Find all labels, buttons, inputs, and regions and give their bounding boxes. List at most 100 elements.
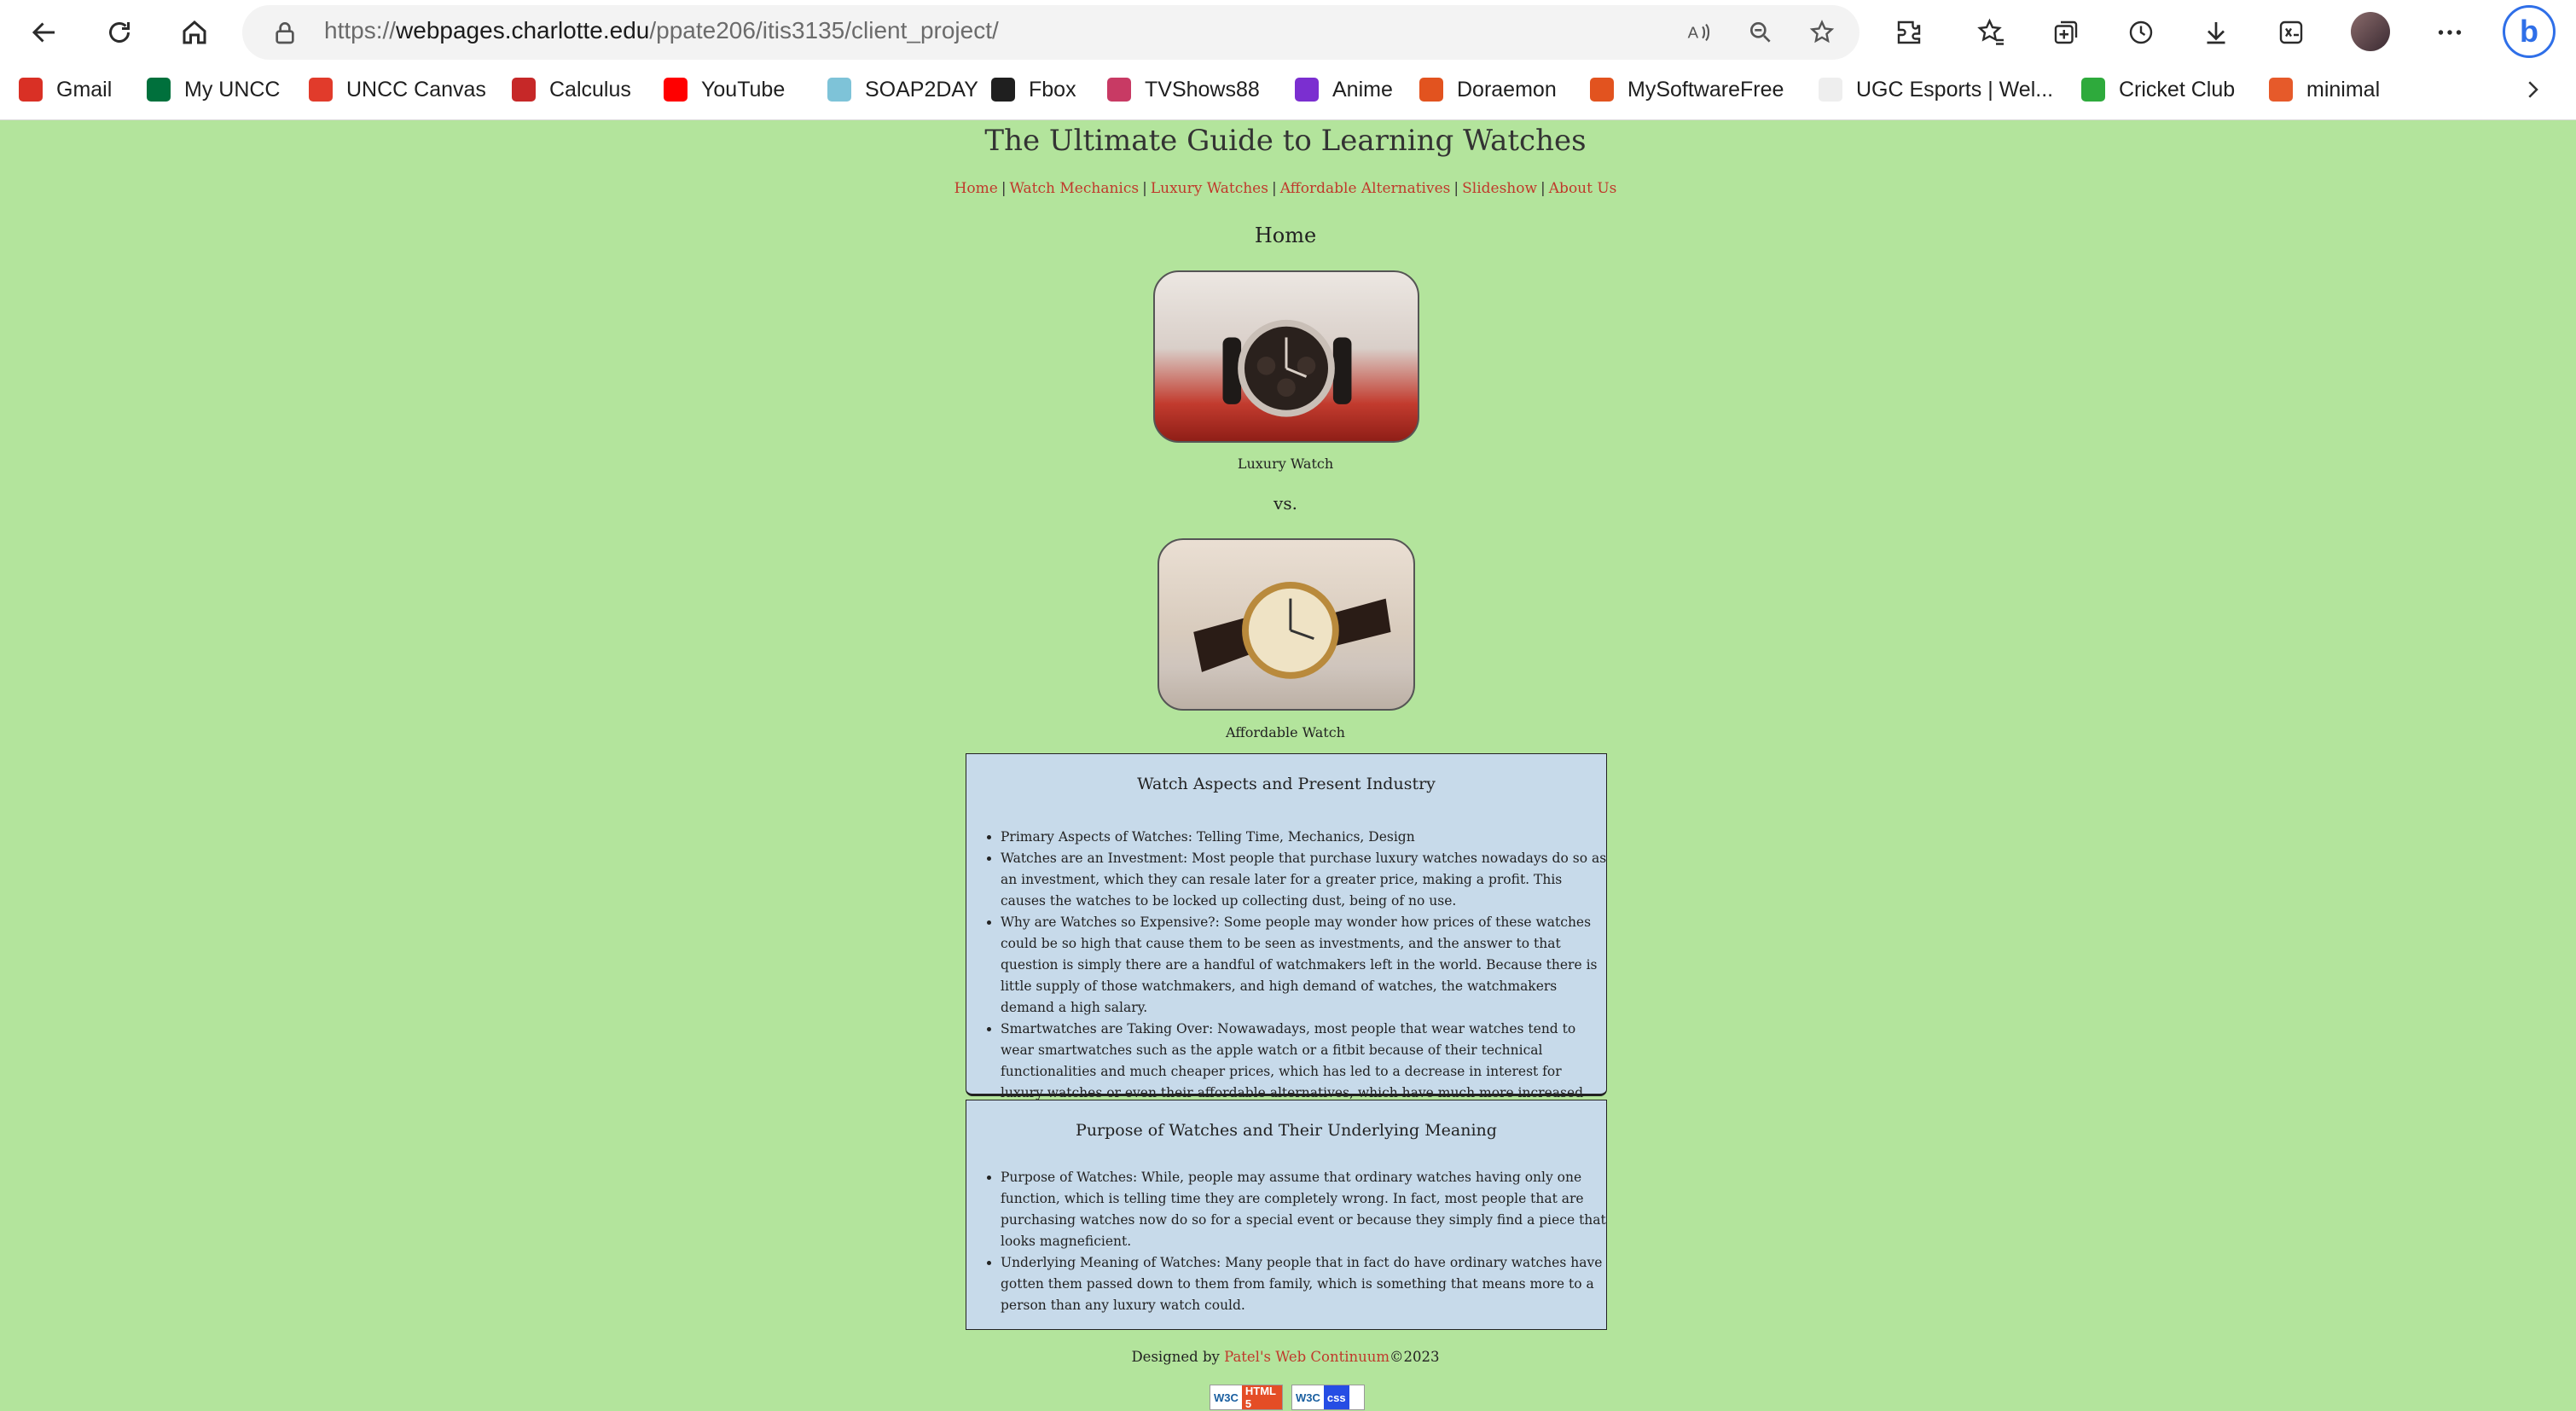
bookmark-item[interactable]: YouTube: [664, 75, 785, 104]
nav-link-home[interactable]: Home: [954, 180, 998, 197]
purpose-list: Purpose of Watches: While, people may as…: [966, 1167, 1608, 1316]
canvas-icon: [309, 78, 333, 102]
bing-icon: b: [2520, 14, 2538, 49]
reload-button[interactable]: [99, 12, 140, 53]
back-button[interactable]: [24, 12, 65, 53]
favorites-icon: [1977, 18, 2004, 45]
reload-icon: [109, 22, 130, 43]
affordable-watch-image: [1157, 538, 1415, 711]
bookmark-label: TVShows88: [1145, 77, 1260, 102]
html5-label: HTML 5: [1241, 1385, 1282, 1410]
bookmark-item[interactable]: UNCC Canvas: [309, 75, 486, 104]
bookmark-label: Anime: [1332, 77, 1393, 102]
gmail-icon: [19, 78, 43, 102]
bookmark-label: Fbox: [1029, 77, 1076, 102]
extensions-button[interactable]: [1888, 12, 1929, 53]
footer-prefix: Designed by: [1131, 1349, 1225, 1365]
nav-link-slideshow[interactable]: Slideshow: [1462, 180, 1537, 197]
download-icon: [1590, 78, 1614, 102]
calculus-icon: [512, 78, 536, 102]
downloads-button[interactable]: [2196, 12, 2237, 53]
browser-chrome: https://webpages.charlotte.edu/ppate206/…: [0, 0, 2576, 120]
svg-text:A: A: [1688, 24, 1699, 42]
url-path: /ppate206/itis3135/client_project/: [649, 17, 999, 44]
history-button[interactable]: [2121, 12, 2161, 53]
watch-aspects-panel: Watch Aspects and Present Industry Prima…: [966, 753, 1608, 1122]
bookmark-label: Doraemon: [1457, 77, 1557, 102]
add-favorite-icon[interactable]: [1807, 17, 1837, 48]
chevron-right-icon[interactable]: [2520, 77, 2545, 102]
nav-separator: |: [1540, 180, 1546, 197]
list-item: Underlying Meaning of Watches: Many peop…: [1001, 1252, 1608, 1316]
validation-badges: W3C HTML 5 W3C css: [1210, 1385, 1365, 1410]
bing-copilot-button[interactable]: b: [2503, 5, 2556, 58]
bookmark-item[interactable]: MySoftwareFree: [1590, 75, 1784, 104]
more-menu-button[interactable]: [2429, 12, 2470, 53]
math-solver-button[interactable]: [2271, 12, 2312, 53]
panel-title: Watch Aspects and Present Industry: [1137, 775, 1436, 793]
anime-icon: [1295, 78, 1319, 102]
bookmark-label: Cricket Club: [2119, 77, 2236, 102]
css-label: css: [1323, 1385, 1349, 1409]
more-dots-icon: [2438, 30, 2462, 35]
url-text[interactable]: https://webpages.charlotte.edu/ppate206/…: [324, 17, 999, 44]
vs-text: vs.: [1273, 493, 1297, 514]
collections-icon: [2054, 20, 2078, 44]
uncc-icon: [147, 78, 171, 102]
youtube-icon: [664, 78, 688, 102]
lock-icon[interactable]: [271, 19, 299, 46]
read-aloud-icon[interactable]: A: [1684, 17, 1714, 48]
bookmark-item[interactable]: Cricket Club: [2081, 75, 2235, 104]
list-item: Purpose of Watches: While, people may as…: [1001, 1167, 1608, 1252]
bookmark-label: UGC Esports | Wel...: [1856, 77, 2054, 102]
home-button[interactable]: [174, 12, 215, 53]
site-nav: Home | Watch Mechanics | Luxury Watches | Affo…: [0, 180, 2571, 197]
bookmark-label: MySoftwareFree: [1627, 77, 1784, 102]
browser-toolbar: https://webpages.charlotte.edu/ppate206/…: [0, 0, 2576, 65]
w3c-css-badge[interactable]: W3C css: [1291, 1385, 1365, 1410]
math-solver-icon: [2279, 20, 2303, 44]
download-icon: [2207, 22, 2225, 44]
favorites-button[interactable]: [1970, 12, 2011, 53]
bookmarks-bar: Gmail My UNCC UNCC Canvas Calculus YouTube SO…: [0, 68, 2576, 111]
site-title: The Ultimate Guide to Learning Watches: [984, 124, 1587, 158]
bookmark-item[interactable]: SOAP2DAY: [827, 75, 978, 104]
bookmark-item[interactable]: Gmail: [19, 75, 112, 104]
bookmark-label: My UNCC: [184, 77, 281, 102]
back-arrow-icon: [32, 22, 55, 43]
site-footer: Designed by Patel's Web Continuum©2023: [0, 1349, 2571, 1365]
soap2day-icon: [827, 78, 851, 102]
nav-link-about-us[interactable]: About Us: [1549, 180, 1617, 197]
nav-link-affordable-alternatives[interactable]: Affordable Alternatives: [1280, 180, 1451, 197]
bookmark-label: YouTube: [701, 77, 786, 102]
bookmark-item[interactable]: minimal: [2269, 75, 2380, 104]
bookmark-item[interactable]: TVShows88: [1107, 75, 1260, 104]
ugc-icon: [1819, 78, 1842, 102]
bookmark-item[interactable]: Calculus: [512, 75, 631, 104]
bookmark-item[interactable]: Fbox: [991, 75, 1076, 104]
list-item: Watches are an Investment: Most people t…: [1001, 848, 1608, 912]
profile-avatar[interactable]: [2351, 12, 2390, 51]
bookmark-label: Gmail: [56, 77, 113, 102]
w3c-html-badge[interactable]: W3C HTML 5: [1210, 1385, 1283, 1410]
list-item: Why are Watches so Expensive?: Some peop…: [1001, 912, 1608, 1019]
bookmark-item[interactable]: Doraemon: [1419, 75, 1557, 104]
bookmark-label: minimal: [2306, 77, 2381, 102]
doraemon-icon: [1419, 78, 1443, 102]
web-page: The Ultimate Guide to Learning Watches H…: [0, 120, 2576, 1411]
footer-copyright: ©2023: [1390, 1349, 1440, 1365]
collections-button[interactable]: [2045, 12, 2086, 53]
w3c-mark: W3C: [1296, 1391, 1320, 1404]
zoom-out-icon[interactable]: [1745, 17, 1776, 48]
bookmark-item[interactable]: My UNCC: [147, 75, 281, 104]
bookmark-label: Calculus: [549, 77, 631, 102]
home-icon: [183, 20, 206, 44]
bookmark-item[interactable]: Anime: [1295, 75, 1393, 104]
nav-link-luxury-watches[interactable]: Luxury Watches: [1151, 180, 1268, 197]
bookmark-item[interactable]: UGC Esports | Wel...: [1819, 75, 2053, 104]
nav-link-watch-mechanics[interactable]: Watch Mechanics: [1010, 180, 1140, 197]
affordable-watch-caption: Affordable Watch: [1226, 724, 1345, 740]
address-bar[interactable]: https://webpages.charlotte.edu/ppate206/…: [242, 5, 1859, 60]
history-icon: [2129, 20, 2153, 44]
footer-designer-link[interactable]: Patel's Web Continuum: [1224, 1349, 1390, 1365]
